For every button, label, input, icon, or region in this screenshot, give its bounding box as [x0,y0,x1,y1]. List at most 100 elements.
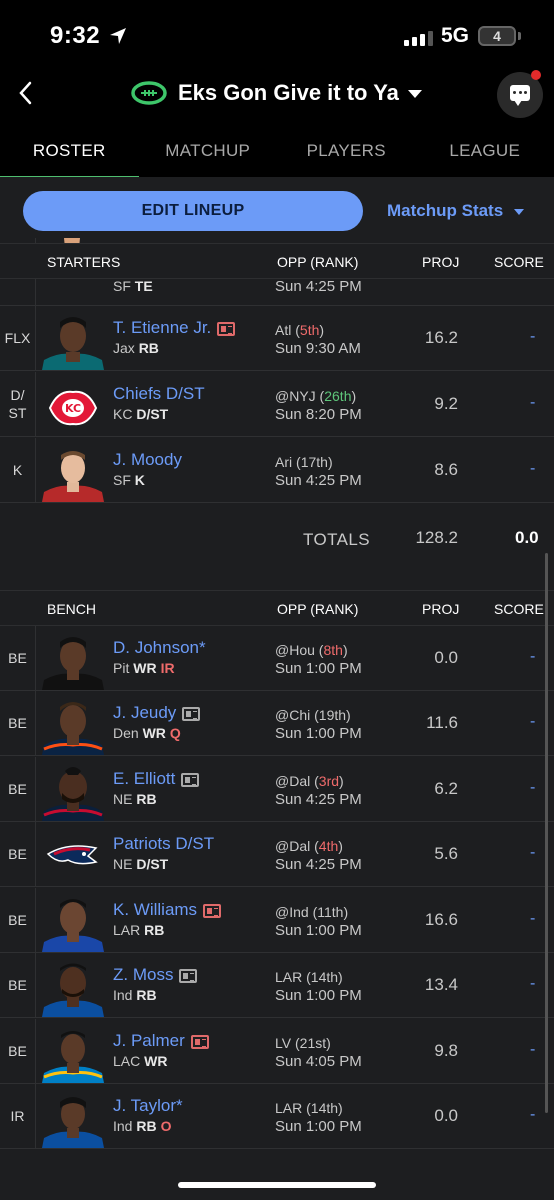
injury-status: IR [160,660,175,676]
bench-row[interactable]: IR J. Taylor* Ind RB O LAR (14th) Sun 1:0… [0,1084,554,1149]
game-time: Sun 1:00 PM [275,922,362,939]
news-icon[interactable] [190,1034,209,1049]
game-time: Sun 8:20 PM [275,406,362,423]
totals-row: TOTALS 128.2 0.0 [0,504,554,592]
totals-score: 0.0 [515,528,539,547]
player-team-pos: KC D/ST [113,406,169,422]
slot-label: IR [0,1084,36,1148]
edit-lineup-button[interactable]: EDIT LINEUP [23,191,363,231]
opponent-rank: Atl (5th) [275,322,325,338]
projected-points: 0.0 [434,1106,458,1125]
projected-points: 5.6 [434,844,458,863]
starter-row[interactable]: K J. Moody SF K Ari (17th) Sun 4:25 PM 8… [0,438,554,503]
team-name-dropdown[interactable]: Eks Gon Give it to Ya [178,80,399,106]
projected-points: 9.8 [434,1041,458,1060]
status-time: 9:32 [50,22,101,49]
projected-points: 16.2 [424,328,458,347]
player-name-link[interactable]: J. Taylor* [113,1096,183,1116]
player-headshot [38,699,108,755]
player-name-link[interactable]: J. Moody [113,450,182,470]
score-value: - [530,1041,536,1058]
news-icon[interactable] [217,321,236,336]
player-team-pos: Ind RB [113,987,157,1003]
opp-rank-header: OPP (RANK) [277,601,359,617]
player-name-link[interactable]: Chiefs D/ST [113,384,205,404]
player-team-pos: NE RB [113,791,157,807]
game-time: Sun 1:00 PM [275,1118,362,1135]
player-name-link[interactable]: J. Palmer [113,1031,209,1051]
bench-row[interactable]: BE Patriots D/ST NE D/ST @Dal (4th) Sun … [0,822,554,887]
game-time: Sun 9:30 AM [275,340,361,357]
slot-label: BE [0,888,36,952]
projected-points: 6.2 [434,779,458,798]
svg-text:KC: KC [65,402,81,415]
player-name-link[interactable]: J. Jeudy [113,703,201,723]
game-time: Sun 1:00 PM [275,725,362,742]
player-headshot [38,314,108,370]
score-value: - [530,460,536,477]
opponent-rank: @Hou (8th) [275,642,348,658]
bench-row[interactable]: BE J. Palmer LAC WR LV (21st) Sun 4:05 P… [0,1019,554,1084]
projected-points: 11.6 [426,713,458,732]
player-headshot [38,446,108,502]
score-value: - [530,328,536,345]
nav-tabs: ROSTER MATCHUP PLAYERS LEAGUE [0,125,554,179]
player-headshot [38,961,108,1017]
player-team-pos: Den WR Q [113,725,181,741]
starter-row[interactable]: D/ST KC Chiefs D/ST KC D/ST @NYJ (26th) … [0,372,554,437]
player-team-pos: SF K [113,472,145,488]
bench-row[interactable]: BE K. Williams LAR RB @Ind (11th) Sun 1:… [0,888,554,953]
home-indicator[interactable] [178,1182,376,1188]
slot-label: FLX [0,306,36,370]
slot-label: D/ST [0,372,36,436]
news-icon[interactable] [179,968,198,983]
player-headshot [38,1092,108,1148]
player-team-pos: Jax RB [113,340,159,356]
player-name-link[interactable]: E. Elliott [113,769,200,789]
bench-row[interactable]: BE D. Johnson* Pit WR IR @Hou (8th) Sun 1… [0,626,554,691]
game-time: Sun 1:00 PM [275,660,362,677]
battery-nub [518,32,521,40]
news-icon[interactable] [203,903,222,918]
player-name-link[interactable]: D. Johnson* [113,638,206,658]
game-time: Sun 4:25 PM [275,278,362,295]
news-icon[interactable] [181,772,200,787]
tab-league[interactable]: LEAGUE [416,125,554,177]
game-time: Sun 4:25 PM [275,856,362,873]
matchup-stats-dropdown[interactable]: Matchup Stats [387,201,503,221]
stats-caret-down-icon[interactable] [514,209,524,215]
player-name-link[interactable]: Z. Moss [113,965,198,985]
player-name-link[interactable]: Patriots D/ST [113,834,214,854]
score-value: - [530,713,536,730]
score-value: - [530,648,536,665]
news-icon[interactable] [182,706,201,721]
bench-row[interactable]: BE J. Jeudy Den WR Q @Chi (19th) Sun 1:00… [0,691,554,756]
player-headshot [38,634,108,690]
tab-roster[interactable]: ROSTER [0,125,139,179]
player-team-pos: LAR RB [113,922,165,938]
opponent-rank: Ari (17th) [275,454,333,470]
team-caret-down-icon[interactable] [408,90,422,98]
bench-row[interactable]: BE E. Elliott NE RB @Dal (3rd) Sun 4:25 … [0,757,554,822]
projected-points: 13.4 [424,975,458,994]
slot-label: K [0,438,36,502]
score-header: SCORE [494,254,544,270]
player-name-link[interactable]: T. Etienne Jr. [113,318,236,338]
bench-header: BENCH OPP (RANK) PROJ SCORE [0,590,554,626]
opponent-rank: LV (21st) [275,1035,331,1051]
tab-players[interactable]: PLAYERS [277,125,416,177]
projected-points: 8.6 [434,460,458,479]
slot-label: BE [0,953,36,1017]
scrollbar[interactable] [545,553,548,1113]
network-type: 5G [441,24,470,47]
slot-label: BE [0,626,36,690]
starter-row[interactable]: FLX T. Etienne Jr. Jax RB Atl (5th) Sun … [0,306,554,371]
player-name-link[interactable]: K. Williams [113,900,222,920]
chat-bubble-icon [510,85,530,106]
bench-row[interactable]: BE Z. Moss Ind RB LAR (14th) Sun 1:00 PM… [0,953,554,1018]
game-time: Sun 4:05 PM [275,1053,362,1070]
back-chevron-icon[interactable] [14,78,38,108]
opponent-rank: @Dal (4th) [275,838,343,854]
patriots-logo-icon [38,830,108,886]
tab-matchup[interactable]: MATCHUP [139,125,278,177]
